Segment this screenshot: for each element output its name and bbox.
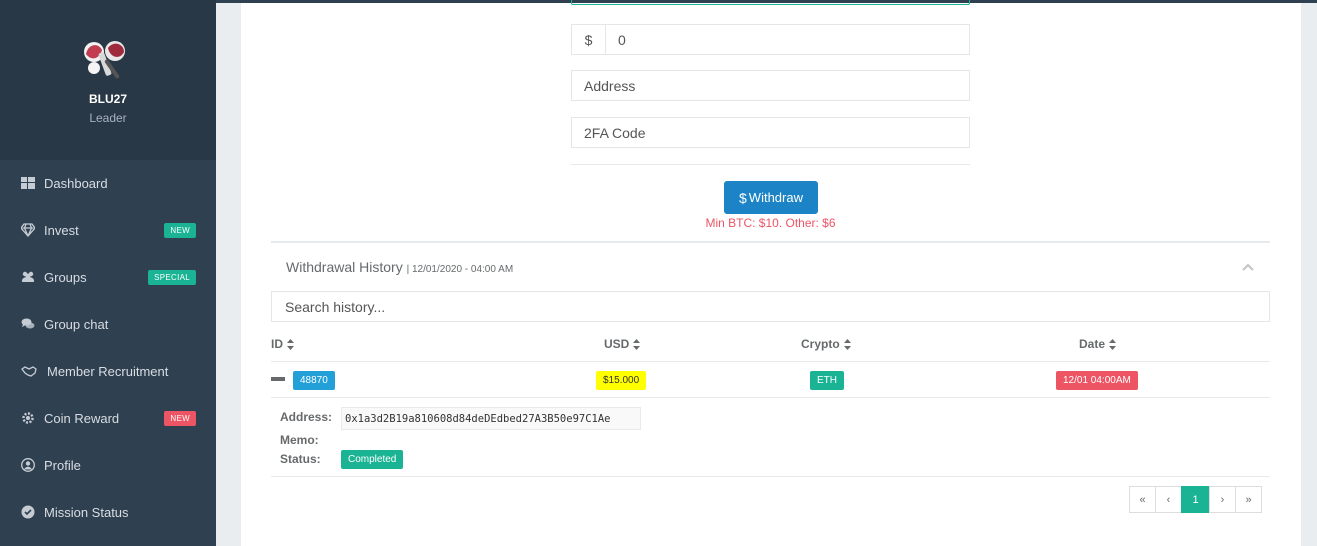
column-header-id[interactable]: ID xyxy=(271,337,294,351)
sidebar-item-groups[interactable]: Groups SPECIAL xyxy=(0,262,216,292)
address-detail-label: Address: xyxy=(280,410,333,424)
address-input[interactable] xyxy=(571,70,970,101)
sidebar-item-mission-status[interactable]: Mission Status xyxy=(0,497,216,527)
amount-input[interactable] xyxy=(606,25,969,54)
column-label: Date xyxy=(1079,337,1106,351)
pagination-last[interactable]: » xyxy=(1235,486,1262,513)
sort-icon xyxy=(843,338,851,350)
chevron-up-icon[interactable] xyxy=(1241,262,1255,272)
column-header-usd[interactable]: USD xyxy=(604,337,641,351)
user-circle-icon xyxy=(21,458,35,472)
section-divider xyxy=(271,241,1270,243)
chat-icon xyxy=(21,317,35,331)
sidebar: BLU27 Leader Dashboard Invest NEW Groups… xyxy=(0,0,216,546)
status-badge: Completed xyxy=(341,450,404,469)
handshake-icon xyxy=(21,364,37,378)
date-label: 12/01 04:00AM xyxy=(1056,371,1138,390)
sort-icon xyxy=(633,338,641,350)
history-date: | 12/01/2020 - 04:00 AM xyxy=(406,264,514,275)
crypto-label: ETH xyxy=(810,371,844,390)
memo-detail-label: Memo: xyxy=(280,433,319,447)
sidebar-item-label: Member Recruitment xyxy=(47,363,169,379)
dashboard-icon xyxy=(21,176,35,190)
sidebar-item-label: Group chat xyxy=(44,316,109,332)
gear-icon xyxy=(21,411,35,425)
form-divider xyxy=(571,164,970,165)
user-name: BLU27 xyxy=(88,92,127,106)
sidebar-item-label: Dashboard xyxy=(44,175,108,191)
sort-icon xyxy=(1109,338,1117,350)
column-header-date[interactable]: Date xyxy=(1079,337,1117,351)
history-header: Withdrawal History | 12/01/2020 - 04:00 … xyxy=(286,259,513,275)
table-header-divider xyxy=(271,361,1270,362)
focused-field-edge[interactable] xyxy=(571,0,970,5)
users-icon xyxy=(21,270,35,284)
special-badge: SPECIAL xyxy=(148,269,196,285)
withdrawal-id-label: 48870 xyxy=(293,371,335,390)
minus-icon[interactable] xyxy=(271,377,285,381)
history-title: Withdrawal History xyxy=(286,259,403,275)
column-label: ID xyxy=(271,337,283,351)
sidebar-item-label: Invest xyxy=(44,222,79,238)
pagination-next[interactable]: › xyxy=(1209,486,1236,513)
pagination-prev[interactable]: ‹ xyxy=(1155,486,1182,513)
twofa-input[interactable] xyxy=(571,117,970,148)
status-detail-label: Status: xyxy=(280,452,321,466)
column-header-crypto[interactable]: Crypto xyxy=(801,337,851,351)
new-badge: NEW xyxy=(164,410,196,426)
sidebar-item-profile[interactable]: Profile xyxy=(0,450,216,480)
sidebar-item-coin-reward[interactable]: Coin Reward NEW xyxy=(0,403,216,433)
user-role: Leader xyxy=(89,111,127,125)
wallet-address: 0x1a3d2B19a810608d84deDEdbed27A3B50e97C1… xyxy=(341,407,641,430)
diamond-icon xyxy=(21,223,35,237)
search-history-input[interactable] xyxy=(271,291,1270,322)
sidebar-item-label: Profile xyxy=(44,457,81,473)
table-row-divider xyxy=(271,397,1270,398)
column-label: Crypto xyxy=(801,337,840,351)
amount-field: $ xyxy=(571,24,970,55)
sort-icon xyxy=(287,338,294,350)
sidebar-item-label: Coin Reward xyxy=(44,410,120,426)
min-withdraw-note: Min BTC: $10. Other: $6 xyxy=(705,216,836,230)
details-divider xyxy=(271,476,1270,477)
column-label: USD xyxy=(604,337,630,351)
withdraw-label: Withdraw xyxy=(748,190,803,205)
currency-addon: $ xyxy=(572,25,606,54)
sidebar-item-label: Mission Status xyxy=(44,504,129,520)
usd-amount-label: $15.000 xyxy=(596,371,647,390)
sidebar-item-invest[interactable]: Invest NEW xyxy=(0,215,216,245)
sidebar-item-label: Groups xyxy=(44,269,87,285)
sidebar-item-group-chat[interactable]: Group chat xyxy=(0,309,216,339)
profile-header: BLU27 Leader xyxy=(0,0,216,160)
withdraw-button[interactable]: $ Withdraw xyxy=(724,181,818,214)
pagination-first[interactable]: « xyxy=(1129,486,1156,513)
dollar-icon: $ xyxy=(739,189,747,206)
pagination-page-1[interactable]: 1 xyxy=(1181,486,1210,513)
check-circle-icon xyxy=(21,505,35,519)
new-badge: NEW xyxy=(164,222,196,238)
avatar[interactable] xyxy=(80,36,130,86)
sidebar-item-member-recruitment[interactable]: Member Recruitment xyxy=(0,356,216,386)
sidebar-item-dashboard[interactable]: Dashboard xyxy=(0,168,216,198)
